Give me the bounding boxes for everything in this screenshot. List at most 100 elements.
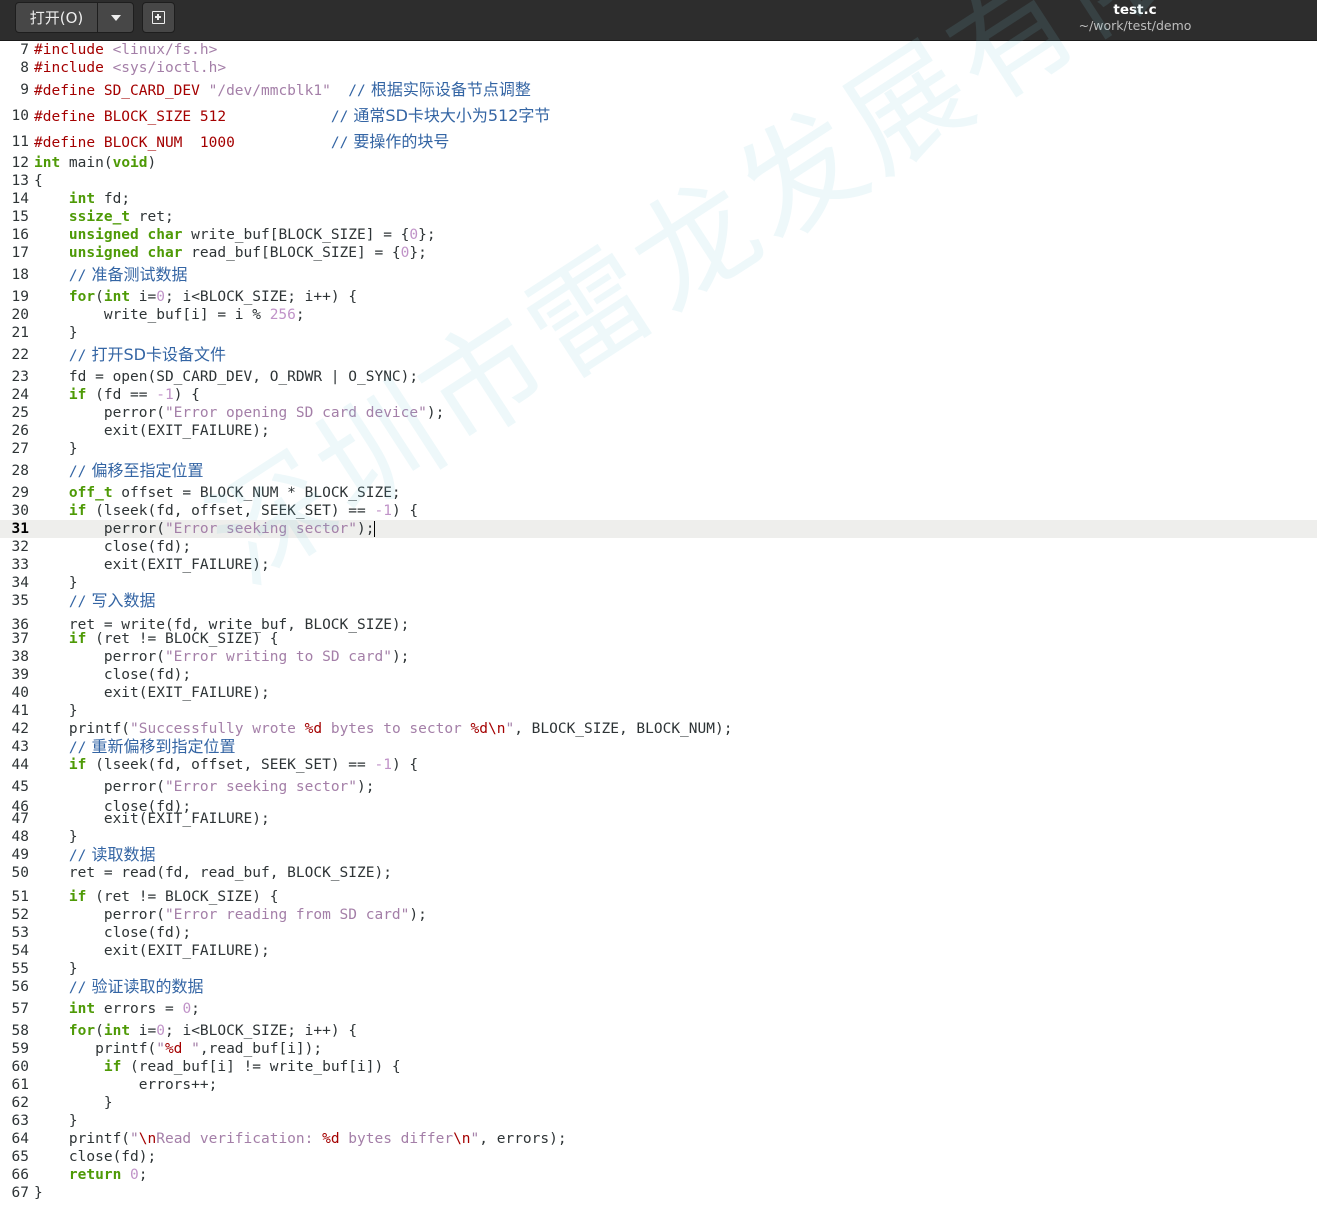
code-text[interactable]: if (fd == -1) { [34,386,200,404]
code-line[interactable]: 27 } [0,440,1317,458]
code-text[interactable]: // 验证读取的数据 [34,978,204,997]
code-text[interactable]: // 写入数据 [34,592,156,611]
code-text[interactable]: return 0; [34,1166,148,1184]
code-text[interactable]: for(int i=0; i<BLOCK_SIZE; i++) { [34,288,357,306]
code-line[interactable]: 39 close(fd); [0,666,1317,684]
code-text[interactable]: for(int i=0; i<BLOCK_SIZE; i++) { [34,1022,357,1040]
code-text[interactable]: #include <linux/fs.h> [34,41,217,59]
code-line[interactable]: 64 printf("\nRead verification: %d bytes… [0,1130,1317,1148]
code-line[interactable]: 24 if (fd == -1) { [0,386,1317,404]
code-text[interactable]: close(fd); [34,924,191,942]
code-text[interactable]: ret = read(fd, read_buf, BLOCK_SIZE); [34,864,392,882]
code-line[interactable]: 15 ssize_t ret; [0,208,1317,226]
code-text[interactable]: int main(void) [34,154,156,172]
code-line[interactable]: 50 ret = read(fd, read_buf, BLOCK_SIZE); [0,864,1317,882]
code-line[interactable]: 18 // 准备测试数据 [0,266,1317,285]
code-line[interactable]: 57 int errors = 0; [0,1000,1317,1018]
code-line[interactable]: 58 for(int i=0; i<BLOCK_SIZE; i++) { [0,1022,1317,1040]
code-line[interactable]: 63 } [0,1112,1317,1130]
code-line[interactable]: 30 if (lseek(fd, offset, SEEK_SET) == -1… [0,502,1317,520]
code-text[interactable]: if (lseek(fd, offset, SEEK_SET) == -1) { [34,502,418,520]
code-text[interactable]: // 偏移至指定位置 [34,462,204,481]
code-line[interactable]: 37 if (ret != BLOCK_SIZE) { [0,630,1317,648]
code-line[interactable]: 22 // 打开SD卡设备文件 [0,346,1317,365]
new-document-button[interactable] [142,2,175,33]
code-text[interactable]: printf("\nRead verification: %d bytes di… [34,1130,567,1148]
code-text[interactable]: errors++; [34,1076,218,1094]
code-text[interactable]: // 读取数据 [34,846,156,865]
code-line[interactable]: 29 off_t offset = BLOCK_NUM * BLOCK_SIZE… [0,484,1317,502]
code-text[interactable]: #define SD_CARD_DEV "/dev/mmcblk1" // 根据… [34,81,531,100]
code-line[interactable]: 7 #include <linux/fs.h> [0,41,1317,59]
code-line[interactable]: 55 } [0,960,1317,978]
code-line[interactable]: 45 perror("Error seeking sector"); [0,778,1317,796]
code-text[interactable]: } [34,1184,43,1202]
code-text[interactable]: } [34,1112,78,1130]
code-line[interactable]: 41 } [0,702,1317,720]
code-text[interactable]: fd = open(SD_CARD_DEV, O_RDWR | O_SYNC); [34,368,418,386]
code-text[interactable]: write_buf[i] = i % 256; [34,306,305,324]
code-line[interactable]: 14 int fd; [0,190,1317,208]
code-text[interactable]: } [34,960,78,978]
code-line[interactable]: 19 for(int i=0; i<BLOCK_SIZE; i++) { [0,288,1317,306]
code-line[interactable]: 33 exit(EXIT_FAILURE); [0,556,1317,574]
code-line[interactable]: 26 exit(EXIT_FAILURE); [0,422,1317,440]
code-line[interactable]: 62 } [0,1094,1317,1112]
code-line[interactable]: 17 unsigned char read_buf[BLOCK_SIZE] = … [0,244,1317,262]
code-text[interactable]: int errors = 0; [34,1000,200,1018]
code-text[interactable]: { [34,172,43,190]
code-text[interactable]: ssize_t ret; [34,208,174,226]
code-text[interactable]: exit(EXIT_FAILURE); [34,684,270,702]
code-text[interactable]: exit(EXIT_FAILURE); [34,422,270,440]
code-text[interactable]: if (read_buf[i] != write_buf[i]) { [34,1058,401,1076]
code-line[interactable]: 48 } [0,828,1317,846]
code-line[interactable]: 67} [0,1184,1317,1202]
code-text[interactable]: close(fd); [34,538,191,556]
code-line[interactable]: 56 // 验证读取的数据 [0,978,1317,997]
code-line[interactable]: 16 unsigned char write_buf[BLOCK_SIZE] =… [0,226,1317,244]
code-text[interactable]: } [34,574,78,592]
code-line[interactable]: 8 #include <sys/ioctl.h> [0,59,1317,77]
code-text[interactable]: if (lseek(fd, offset, SEEK_SET) == -1) { [34,756,418,774]
open-menu-button[interactable] [97,2,134,33]
open-button[interactable]: 打开(O) [15,2,98,33]
code-text[interactable]: perror("Error seeking sector"); [34,778,375,796]
code-text[interactable]: exit(EXIT_FAILURE); [34,556,270,574]
code-text[interactable]: } [34,324,78,342]
code-text[interactable]: } [34,702,78,720]
code-line[interactable]: 25 perror("Error opening SD card device"… [0,404,1317,422]
code-text[interactable]: off_t offset = BLOCK_NUM * BLOCK_SIZE; [34,484,401,502]
code-line[interactable]: 35 // 写入数据 [0,592,1317,611]
code-text[interactable]: unsigned char write_buf[BLOCK_SIZE] = {0… [34,226,436,244]
code-line[interactable]: 31 perror("Error seeking sector"); [0,520,1317,538]
code-editor[interactable]: 7 #include <linux/fs.h> 8 #include <sys/ioc… [0,41,1317,1219]
code-text[interactable]: if (ret != BLOCK_SIZE) { [34,888,279,906]
code-line[interactable]: 34 } [0,574,1317,592]
code-line[interactable]: 52 perror("Error reading from SD card"); [0,906,1317,924]
code-line[interactable]: 13 { [0,172,1317,190]
code-text[interactable]: } [34,440,78,458]
code-line[interactable]: 44 if (lseek(fd, offset, SEEK_SET) == -1… [0,756,1317,774]
code-text[interactable]: // 打开SD卡设备文件 [34,346,226,365]
code-text[interactable]: close(fd); [34,1148,156,1166]
code-line[interactable]: 60 if (read_buf[i] != write_buf[i]) { [0,1058,1317,1076]
code-line[interactable]: 65 close(fd); [0,1148,1317,1166]
code-line[interactable]: 20 write_buf[i] = i % 256; [0,306,1317,324]
code-text[interactable]: perror("Error opening SD card device"); [34,404,445,422]
code-text[interactable]: close(fd); [34,666,191,684]
code-line[interactable]: 54 exit(EXIT_FAILURE); [0,942,1317,960]
code-line[interactable]: 42 printf("Successfully wrote %d bytes t… [0,720,1317,738]
code-text[interactable]: exit(EXIT_FAILURE); [34,810,270,828]
code-line[interactable]: 28 // 偏移至指定位置 [0,462,1317,481]
code-text[interactable]: if (ret != BLOCK_SIZE) { [34,630,279,648]
code-text[interactable]: } [34,1094,113,1112]
code-text[interactable]: // 准备测试数据 [34,266,188,285]
code-line[interactable]: 21 } [0,324,1317,342]
code-line[interactable]: 38 perror("Error writing to SD card"); [0,648,1317,666]
code-text[interactable]: } [34,828,78,846]
code-text[interactable]: perror("Error seeking sector"); [34,520,376,538]
code-text[interactable]: printf("%d ",read_buf[i]); [34,1040,322,1058]
code-line[interactable]: 61 errors++; [0,1076,1317,1094]
code-line[interactable]: 23 fd = open(SD_CARD_DEV, O_RDWR | O_SYN… [0,368,1317,386]
code-line[interactable]: 40 exit(EXIT_FAILURE); [0,684,1317,702]
